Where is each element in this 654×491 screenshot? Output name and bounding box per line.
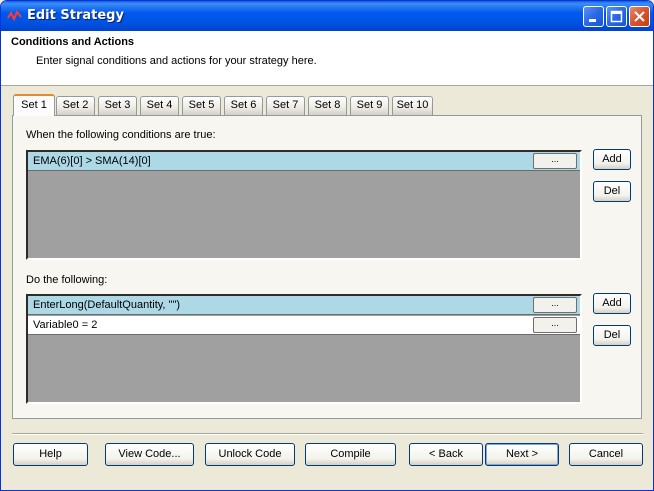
- tab-set-10[interactable]: Set 10: [392, 96, 433, 115]
- unlock-code-button[interactable]: Unlock Code: [205, 443, 295, 466]
- tab-panel-set-1: When the following conditions are true: …: [12, 115, 642, 419]
- maximize-button[interactable]: [606, 6, 627, 27]
- action-text: Variable0 = 2: [33, 319, 98, 331]
- header-title: Conditions and Actions: [11, 36, 135, 48]
- window-title: Edit Strategy: [27, 8, 124, 23]
- action-edit-button[interactable]: ...: [533, 317, 577, 333]
- actions-label: Do the following:: [26, 274, 108, 286]
- actions-add-button[interactable]: Add: [593, 293, 631, 314]
- tab-set-4[interactable]: Set 4: [140, 96, 179, 115]
- tab-set-6[interactable]: Set 6: [224, 96, 263, 115]
- compile-button[interactable]: Compile: [305, 443, 396, 466]
- tab-set-9[interactable]: Set 9: [350, 96, 389, 115]
- tab-set-1[interactable]: Set 1: [13, 94, 55, 116]
- app-icon: [7, 10, 22, 22]
- condition-row[interactable]: EMA(6)[0] > SMA(14)[0] ...: [28, 152, 580, 171]
- next-button[interactable]: Next >: [485, 443, 559, 466]
- title-bar[interactable]: Edit Strategy: [1, 1, 653, 31]
- back-button[interactable]: < Back: [409, 443, 483, 466]
- condition-text: EMA(6)[0] > SMA(14)[0]: [33, 155, 151, 167]
- edit-strategy-window: Edit Strategy Conditions and Actions Ent…: [0, 0, 654, 491]
- footer-separator: [12, 433, 643, 435]
- conditions-list[interactable]: EMA(6)[0] > SMA(14)[0] ...: [26, 150, 582, 260]
- wizard-header: Conditions and Actions Enter signal cond…: [1, 31, 653, 86]
- maximize-icon: [610, 10, 623, 23]
- header-subtitle: Enter signal conditions and actions for …: [36, 55, 317, 67]
- conditions-add-button[interactable]: Add: [593, 149, 631, 170]
- tab-set-8[interactable]: Set 8: [308, 96, 347, 115]
- condition-edit-button[interactable]: ...: [533, 153, 577, 169]
- cancel-button[interactable]: Cancel: [569, 443, 643, 466]
- action-text: EnterLong(DefaultQuantity, ""): [33, 299, 181, 311]
- actions-del-button[interactable]: Del: [593, 325, 631, 346]
- conditions-del-button[interactable]: Del: [593, 181, 631, 202]
- action-edit-button[interactable]: ...: [533, 297, 577, 313]
- conditions-label: When the following conditions are true:: [26, 129, 216, 141]
- action-row[interactable]: EnterLong(DefaultQuantity, "") ...: [28, 296, 580, 315]
- tab-set-3[interactable]: Set 3: [98, 96, 137, 115]
- tab-set-7[interactable]: Set 7: [266, 96, 305, 115]
- minimize-button[interactable]: [583, 6, 604, 27]
- tab-set-5[interactable]: Set 5: [182, 96, 221, 115]
- close-icon: [634, 11, 645, 22]
- tab-set-2[interactable]: Set 2: [56, 96, 95, 115]
- actions-list[interactable]: EnterLong(DefaultQuantity, "") ... Varia…: [26, 294, 582, 404]
- close-button[interactable]: [629, 6, 650, 27]
- help-button[interactable]: Help: [13, 443, 88, 466]
- minimize-icon: [589, 19, 596, 22]
- action-row[interactable]: Variable0 = 2 ...: [28, 316, 580, 335]
- view-code-button[interactable]: View Code...: [105, 443, 194, 466]
